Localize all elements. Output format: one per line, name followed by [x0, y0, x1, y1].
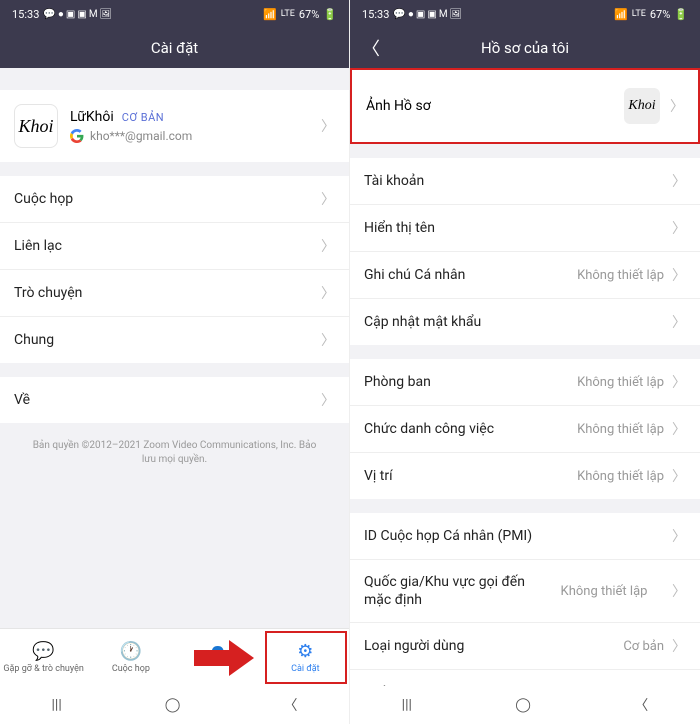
item-personal-note[interactable]: Ghi chú Cá nhân Không thiết lập 〉	[350, 252, 700, 299]
nav-recent[interactable]: |||	[402, 697, 412, 713]
photo-label: Ảnh Hồ sơ	[366, 98, 624, 114]
chevron-right-icon: 〉	[672, 419, 686, 439]
chevron-right-icon: 〉	[672, 372, 686, 392]
item-default-region[interactable]: Quốc gia/Khu vực gọi đến mặc định Không …	[350, 560, 700, 623]
item-pmi[interactable]: ID Cuộc họp Cá nhân (PMI) 〉	[350, 513, 700, 560]
status-bar: 15:33 💬●▣▣M🖼 📶 LTE 67% 🔋	[350, 0, 700, 28]
chevron-right-icon: 〉	[672, 265, 686, 285]
profile-info: LữKhôi CƠ BẢN kho***@gmail.com	[70, 109, 321, 143]
android-navbar: ||| ◯ 〈	[0, 686, 349, 724]
signal-icon: 📶	[263, 8, 277, 21]
item-department[interactable]: Phòng ban Không thiết lập 〉	[350, 359, 700, 406]
chat-icon: 💬	[32, 641, 54, 662]
nav-back[interactable]: 〈	[283, 695, 297, 715]
item-account[interactable]: Tài khoản 〉	[350, 158, 700, 205]
chevron-right-icon: 〉	[321, 116, 335, 136]
chevron-right-icon: 〉	[321, 390, 335, 410]
chevron-right-icon: 〉	[672, 218, 686, 238]
status-time: 15:33	[12, 8, 39, 21]
chevron-right-icon: 〉	[672, 466, 686, 486]
menu-item-contacts[interactable]: Liên lạc 〉	[0, 223, 349, 270]
nav-back[interactable]: 〈	[634, 695, 648, 715]
tabbar: 💬 Gặp gỡ & trò chuyện 🕐 Cuộc họp 👤 ⚙ Cài…	[0, 628, 349, 686]
tab-meetings[interactable]: 🕐 Cuộc họp	[87, 629, 174, 686]
status-notif-icons: 💬●▣▣M🖼	[393, 9, 462, 20]
status-time: 15:33	[362, 8, 389, 21]
menu-item-chat[interactable]: Trò chuyện 〉	[0, 270, 349, 317]
google-icon	[70, 129, 84, 143]
chevron-right-icon: 〉	[672, 526, 686, 546]
profile-email: kho***@gmail.com	[90, 129, 192, 143]
clock-icon: 🕐	[120, 641, 142, 662]
header-right: 〈 Hồ sơ của tôi	[350, 28, 700, 68]
profile-name: LữKhôi	[70, 109, 114, 125]
android-navbar: ||| ◯ 〈	[350, 686, 700, 724]
nav-home[interactable]: ◯	[165, 697, 181, 713]
highlight-box	[265, 631, 347, 684]
tab-chat[interactable]: 💬 Gặp gỡ & trò chuyện	[0, 629, 87, 686]
page-title: Hồ sơ của tôi	[481, 39, 569, 57]
header-left: Cài đặt	[0, 28, 349, 68]
battery-text: 67%	[299, 8, 319, 21]
lte-icon: LTE	[632, 9, 646, 19]
contacts-icon: 👤	[207, 646, 229, 667]
item-location[interactable]: Vị trí Không thiết lập 〉	[350, 453, 700, 499]
chevron-right-icon: 〉	[670, 96, 684, 116]
chevron-right-icon: 〉	[321, 236, 335, 256]
nav-recent[interactable]: |||	[52, 697, 62, 713]
chevron-right-icon: 〉	[672, 312, 686, 332]
chevron-right-icon: 〉	[321, 330, 335, 350]
battery-icon: 🔋	[674, 8, 688, 21]
battery-text: 67%	[650, 8, 670, 21]
avatar-small: Khoi	[624, 88, 660, 124]
chevron-right-icon: 〉	[321, 189, 335, 209]
item-license[interactable]: Giấy phép 〉	[350, 670, 700, 686]
chevron-right-icon: 〉	[672, 171, 686, 191]
battery-icon: 🔋	[323, 8, 337, 21]
chevron-right-icon: 〉	[672, 636, 686, 656]
back-button[interactable]: 〈	[362, 35, 380, 61]
signal-icon: 📶	[614, 8, 628, 21]
chevron-right-icon: 〉	[672, 581, 686, 601]
highlight-box-photo: Ảnh Hồ sơ Khoi 〉	[350, 68, 700, 144]
phone-right-screen: 15:33 💬●▣▣M🖼 📶 LTE 67% 🔋 〈 Hồ sơ của tôi…	[350, 0, 700, 724]
menu-item-general[interactable]: Chung 〉	[0, 317, 349, 363]
avatar: Khoi	[14, 104, 58, 148]
profile-row[interactable]: Khoi LữKhôi CƠ BẢN kho***@gmail.com 〉	[0, 90, 349, 162]
item-update-password[interactable]: Cập nhật mật khẩu 〉	[350, 299, 700, 345]
profile-photo-row[interactable]: Ảnh Hồ sơ Khoi 〉	[352, 70, 698, 142]
item-user-type[interactable]: Loại người dùng Cơ bản 〉	[350, 623, 700, 670]
menu-item-meeting[interactable]: Cuộc họp 〉	[0, 176, 349, 223]
lte-icon: LTE	[281, 9, 295, 19]
item-job-title[interactable]: Chức danh công việc Không thiết lập 〉	[350, 406, 700, 453]
nav-home[interactable]: ◯	[515, 697, 531, 713]
plan-badge: CƠ BẢN	[122, 111, 164, 124]
tab-contacts[interactable]: 👤	[175, 629, 262, 686]
phone-left-screen: 15:33 💬●▣▣M🖼 📶 LTE 67% 🔋 Cài đặt Khoi Lữ…	[0, 0, 350, 724]
item-display-name[interactable]: Hiển thị tên 〉	[350, 205, 700, 252]
menu-item-about[interactable]: Về 〉	[0, 377, 349, 423]
status-notif-icons: 💬●▣▣M🖼	[43, 9, 112, 20]
page-title: Cài đặt	[151, 39, 198, 57]
chevron-right-icon: 〉	[321, 283, 335, 303]
status-bar: 15:33 💬●▣▣M🖼 📶 LTE 67% 🔋	[0, 0, 349, 28]
copyright-text: Bản quyền ©2012–2021 Zoom Video Communic…	[0, 423, 349, 483]
